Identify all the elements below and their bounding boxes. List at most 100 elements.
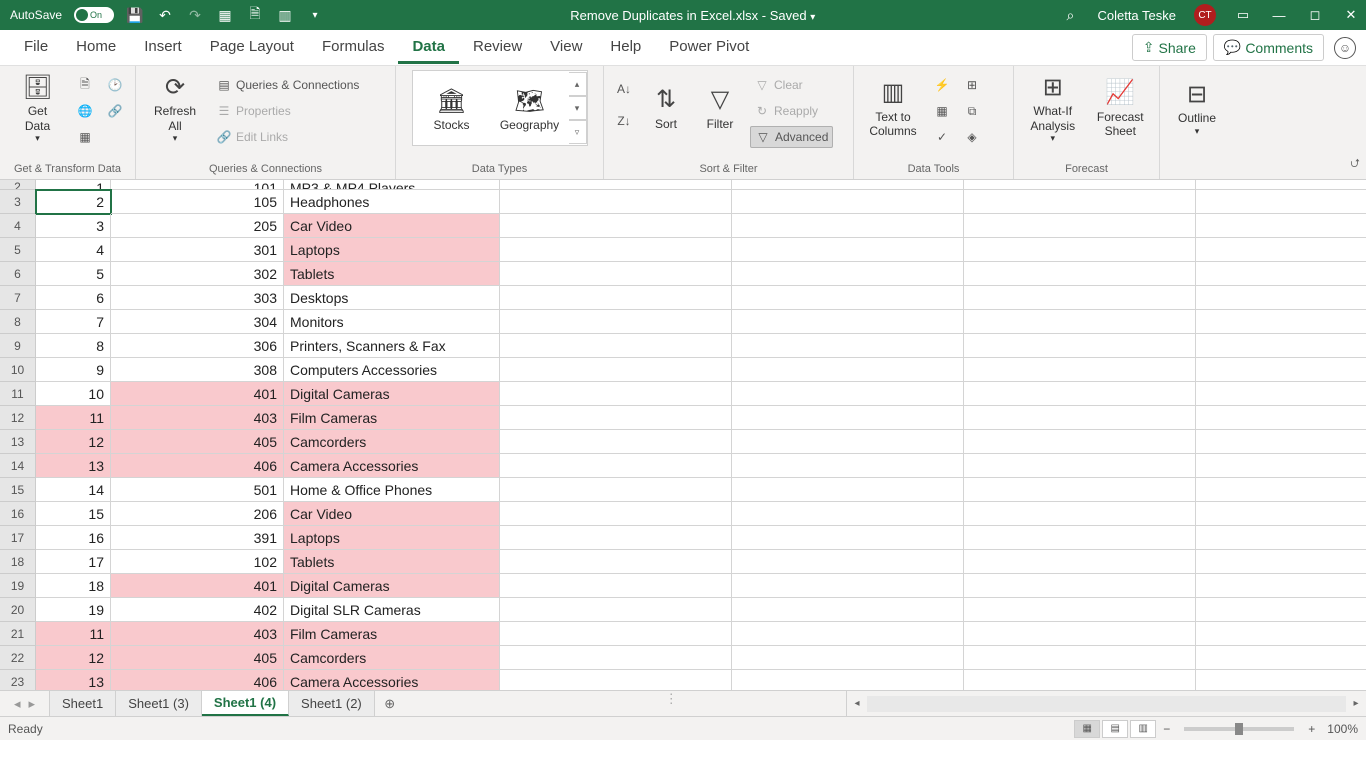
- cell[interactable]: [732, 262, 964, 286]
- cell[interactable]: [1196, 598, 1366, 622]
- get-data-button[interactable]: 🗄 Get Data ▾: [8, 70, 67, 146]
- sort-za-button[interactable]: Z↓: [612, 110, 636, 132]
- cell[interactable]: Laptops: [284, 526, 500, 550]
- save-icon[interactable]: 💾: [126, 6, 144, 24]
- cell[interactable]: [1196, 454, 1366, 478]
- cell[interactable]: [1196, 550, 1366, 574]
- cell[interactable]: [964, 550, 1196, 574]
- row-header[interactable]: 16: [0, 502, 36, 526]
- cell[interactable]: [500, 574, 732, 598]
- row-header[interactable]: 23: [0, 670, 36, 690]
- cell[interactable]: Film Cameras: [284, 406, 500, 430]
- cell[interactable]: [500, 190, 732, 214]
- cell[interactable]: 304: [111, 310, 284, 334]
- from-web-button[interactable]: 🌐: [73, 100, 97, 122]
- cell[interactable]: [732, 180, 964, 190]
- cell[interactable]: [1196, 310, 1366, 334]
- cell[interactable]: [500, 382, 732, 406]
- flash-fill-button[interactable]: ⚡: [930, 74, 954, 96]
- cell[interactable]: 7: [36, 310, 111, 334]
- cell[interactable]: [1196, 238, 1366, 262]
- cell[interactable]: [964, 382, 1196, 406]
- cell[interactable]: [500, 406, 732, 430]
- row-header[interactable]: 22: [0, 646, 36, 670]
- cell[interactable]: 206: [111, 502, 284, 526]
- qat-icon-2[interactable]: 🗎: [246, 6, 264, 24]
- cell[interactable]: [732, 622, 964, 646]
- remove-duplicates-button[interactable]: ▦: [930, 100, 954, 122]
- cell[interactable]: [500, 622, 732, 646]
- row-header[interactable]: 18: [0, 550, 36, 574]
- advanced-button[interactable]: ▽Advanced: [750, 126, 833, 148]
- cell[interactable]: 406: [111, 454, 284, 478]
- cell[interactable]: Tablets: [284, 262, 500, 286]
- tab-file[interactable]: File: [10, 32, 62, 64]
- cell[interactable]: 102: [111, 550, 284, 574]
- tab-view[interactable]: View: [536, 32, 596, 64]
- sheet-tab[interactable]: Sheet1 (2): [289, 691, 375, 716]
- cell[interactable]: [732, 526, 964, 550]
- close-icon[interactable]: ✕: [1342, 6, 1360, 24]
- cell[interactable]: 12: [36, 646, 111, 670]
- cell[interactable]: Camera Accessories: [284, 670, 500, 690]
- cell[interactable]: [732, 190, 964, 214]
- cell[interactable]: [1196, 358, 1366, 382]
- cell[interactable]: 391: [111, 526, 284, 550]
- cell[interactable]: [964, 478, 1196, 502]
- cell[interactable]: [732, 406, 964, 430]
- cell[interactable]: 8: [36, 334, 111, 358]
- cell[interactable]: [732, 310, 964, 334]
- tab-data[interactable]: Data: [398, 32, 459, 64]
- cell[interactable]: [964, 180, 1196, 190]
- saved-dropdown-icon[interactable]: ▾: [810, 12, 815, 23]
- cell[interactable]: [732, 598, 964, 622]
- cell[interactable]: [500, 214, 732, 238]
- cell[interactable]: [964, 526, 1196, 550]
- cell[interactable]: 2: [36, 190, 111, 214]
- row-header[interactable]: 15: [0, 478, 36, 502]
- from-text-button[interactable]: 🗎: [73, 74, 97, 96]
- cell[interactable]: [964, 502, 1196, 526]
- cell[interactable]: 205: [111, 214, 284, 238]
- cell[interactable]: [964, 310, 1196, 334]
- cell[interactable]: Digital SLR Cameras: [284, 598, 500, 622]
- data-model-button[interactable]: ◈: [960, 126, 984, 148]
- row-header[interactable]: 13: [0, 430, 36, 454]
- cell[interactable]: [964, 406, 1196, 430]
- zoom-slider[interactable]: [1184, 727, 1294, 731]
- tab-review[interactable]: Review: [459, 32, 536, 64]
- cell[interactable]: 12: [36, 430, 111, 454]
- cell[interactable]: [1196, 646, 1366, 670]
- cell[interactable]: [500, 180, 732, 190]
- existing-conn-button[interactable]: 🔗: [103, 100, 127, 122]
- stocks-button[interactable]: 🏛 Stocks: [413, 84, 491, 132]
- user-name[interactable]: Coletta Teske: [1097, 8, 1176, 23]
- zoom-out-button[interactable]: −: [1163, 722, 1170, 736]
- row-header[interactable]: 17: [0, 526, 36, 550]
- cell[interactable]: [500, 262, 732, 286]
- cell[interactable]: 101: [111, 180, 284, 190]
- scroll-track[interactable]: [867, 696, 1346, 712]
- cell[interactable]: [964, 646, 1196, 670]
- cell[interactable]: 11: [36, 622, 111, 646]
- cell[interactable]: [964, 358, 1196, 382]
- cell[interactable]: 403: [111, 622, 284, 646]
- recent-sources-button[interactable]: 🕑: [103, 74, 127, 96]
- cell[interactable]: [1196, 180, 1366, 190]
- cell[interactable]: 1: [36, 180, 111, 190]
- cell[interactable]: [500, 238, 732, 262]
- scroll-right-icon[interactable]: ▸: [1346, 698, 1366, 709]
- cell[interactable]: [1196, 286, 1366, 310]
- cell[interactable]: 5: [36, 262, 111, 286]
- cell[interactable]: [964, 670, 1196, 690]
- cell[interactable]: [500, 478, 732, 502]
- normal-view-button[interactable]: ▦: [1074, 720, 1100, 738]
- edit-links-button[interactable]: 🔗Edit Links: [212, 126, 363, 148]
- cell[interactable]: [732, 502, 964, 526]
- gallery-up-icon[interactable]: ▴: [569, 72, 587, 96]
- tab-home[interactable]: Home: [62, 32, 130, 64]
- user-avatar[interactable]: CT: [1194, 4, 1216, 26]
- cell[interactable]: [1196, 502, 1366, 526]
- cell[interactable]: [500, 430, 732, 454]
- cell[interactable]: 16: [36, 526, 111, 550]
